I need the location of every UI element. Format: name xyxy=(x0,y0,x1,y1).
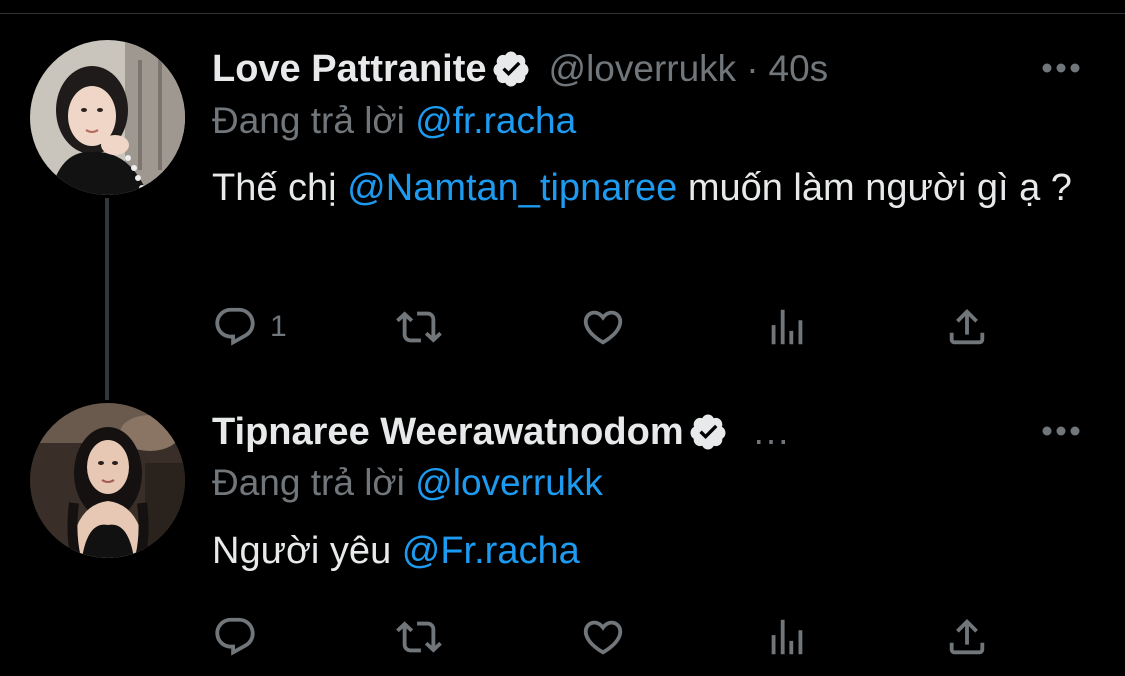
verified-badge-icon xyxy=(688,412,728,452)
reply-count: 1 xyxy=(270,310,287,343)
analytics-button[interactable] xyxy=(764,302,810,352)
avatar-love-pattranite[interactable] xyxy=(30,40,185,195)
replying-to-line: Đang trả lời @loverrukk xyxy=(212,462,603,504)
display-name[interactable]: Love Pattranite xyxy=(212,48,487,91)
reply-icon xyxy=(215,617,255,656)
avatar-tipnaree-weerawatnodom[interactable] xyxy=(30,403,185,558)
like-button[interactable] xyxy=(580,612,626,662)
retweet-button[interactable] xyxy=(396,302,442,352)
truncated-handle-ellipsis: ... xyxy=(753,411,791,452)
tweet-header: Love Pattranite @loverrukk · 40s xyxy=(212,44,828,94)
share-icon xyxy=(949,618,985,655)
like-button[interactable] xyxy=(580,302,626,352)
reply-button[interactable] xyxy=(212,612,258,662)
tweet-text-part: muốn làm người gì ạ ? xyxy=(677,167,1072,209)
retweet-icon xyxy=(396,621,442,653)
tweet-actions xyxy=(212,612,1012,662)
tweet-actions: 1 xyxy=(212,302,1012,352)
tweet-mention[interactable]: @Fr.racha xyxy=(402,530,580,572)
thread-connector-line xyxy=(105,198,109,400)
replying-to-mention[interactable]: @loverrukk xyxy=(415,462,603,503)
display-name[interactable]: Tipnaree Weerawatnodom xyxy=(212,411,684,454)
tweet-text-part: Thế chị xyxy=(212,167,348,209)
replying-to-line: Đang trả lời @fr.racha xyxy=(212,100,576,142)
retweet-icon xyxy=(396,311,442,343)
more-options-icon[interactable] xyxy=(1040,61,1082,75)
reply-button[interactable]: 1 xyxy=(212,302,287,352)
verified-badge-icon xyxy=(491,49,531,89)
like-icon xyxy=(583,310,623,345)
share-icon xyxy=(949,308,985,345)
divider xyxy=(0,13,1125,14)
like-icon xyxy=(583,620,623,655)
analytics-button[interactable] xyxy=(764,612,810,662)
separator-dot: · xyxy=(746,48,759,89)
tweet-text: Thế chị @Namtan_tipnaree muốn làm người … xyxy=(212,161,1092,215)
analytics-icon xyxy=(771,619,803,655)
replying-to-label: Đang trả lời xyxy=(212,462,405,503)
user-handle[interactable]: @loverrukk xyxy=(549,48,737,90)
reply-icon xyxy=(215,307,255,346)
tweet-header: Tipnaree Weerawatnodom ... xyxy=(212,407,790,457)
analytics-icon xyxy=(771,309,803,345)
tweet-text: Người yêu @Fr.racha xyxy=(212,524,1092,578)
tweet-text-part: Người yêu xyxy=(212,530,402,572)
retweet-button[interactable] xyxy=(396,612,442,662)
share-button[interactable] xyxy=(944,302,990,352)
replying-to-mention[interactable]: @fr.racha xyxy=(415,100,576,141)
more-options-icon[interactable] xyxy=(1040,424,1082,438)
replying-to-label: Đang trả lời xyxy=(212,100,405,141)
tweet-thread: Love Pattranite @loverrukk · 40s Đang tr… xyxy=(0,0,1125,676)
tweet-mention[interactable]: @Namtan_tipnaree xyxy=(347,167,677,209)
timestamp[interactable]: 40s xyxy=(769,48,829,90)
share-button[interactable] xyxy=(944,612,990,662)
